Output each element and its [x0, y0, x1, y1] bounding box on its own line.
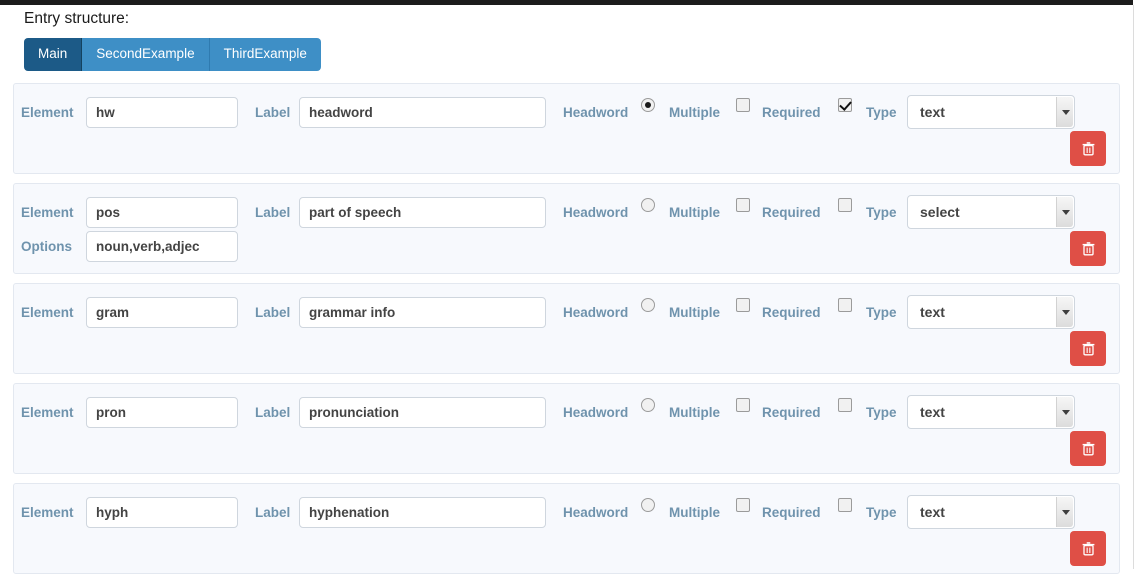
options-label: Options	[21, 239, 72, 254]
chevron-down-icon[interactable]	[1056, 497, 1073, 527]
label-label: Label	[255, 405, 291, 420]
label-input[interactable]: pronunciation	[299, 397, 546, 428]
type-select[interactable]: text	[907, 495, 1075, 529]
label-input[interactable]: grammar info	[299, 297, 546, 328]
headword-label: Headword	[563, 505, 629, 520]
trash-icon	[1082, 341, 1094, 355]
type-select[interactable]: text	[907, 295, 1075, 329]
element-row: Element pron Label pronunciation Headword Mul…	[13, 383, 1120, 474]
chevron-down-icon[interactable]	[1056, 97, 1073, 127]
type-label: Type	[866, 205, 897, 220]
delete-row-button[interactable]	[1070, 531, 1106, 566]
trash-icon	[1082, 441, 1094, 455]
type-select-value: text	[920, 404, 945, 420]
multiple-label: Multiple	[669, 105, 720, 120]
trash-icon	[1082, 241, 1094, 255]
label-label: Label	[255, 205, 291, 220]
label-label: Label	[255, 105, 291, 120]
multiple-checkbox[interactable]	[736, 198, 750, 212]
element-rows-list: Element hw Label headword Headword Multiple Re…	[0, 83, 1133, 574]
element-input[interactable]: hw	[86, 97, 238, 128]
tab-main[interactable]: Main	[24, 38, 83, 71]
required-label: Required	[762, 205, 821, 220]
headword-radio[interactable]	[641, 498, 655, 512]
type-select-value: text	[920, 304, 945, 320]
label-input[interactable]: headword	[299, 97, 546, 128]
chevron-down-icon[interactable]	[1056, 297, 1073, 327]
delete-row-button[interactable]	[1070, 431, 1106, 466]
type-select-value: text	[920, 104, 945, 120]
element-row: Element gram Label grammar info Headword Mult…	[13, 283, 1120, 374]
required-label: Required	[762, 305, 821, 320]
required-label: Required	[762, 505, 821, 520]
delete-row-button[interactable]	[1070, 231, 1106, 266]
element-label: Element	[21, 305, 74, 320]
multiple-label: Multiple	[669, 505, 720, 520]
multiple-label: Multiple	[669, 205, 720, 220]
tab-secondexample[interactable]: SecondExample	[82, 38, 210, 71]
multiple-checkbox[interactable]	[736, 398, 750, 412]
example-tabs: Main SecondExample ThirdExample	[24, 38, 321, 71]
type-label: Type	[866, 405, 897, 420]
element-input[interactable]: gram	[86, 297, 238, 328]
type-label: Type	[866, 105, 897, 120]
type-select[interactable]: text	[907, 95, 1075, 129]
label-input[interactable]: part of speech	[299, 197, 546, 228]
delete-row-button[interactable]	[1070, 331, 1106, 366]
headword-label: Headword	[563, 205, 629, 220]
element-row: Element pos Options noun,verb,adjec Label par…	[13, 183, 1120, 274]
multiple-checkbox[interactable]	[736, 98, 750, 112]
label-label: Label	[255, 305, 291, 320]
headword-radio[interactable]	[641, 398, 655, 412]
type-select-value: select	[920, 204, 960, 220]
chevron-down-icon[interactable]	[1056, 197, 1073, 227]
page-scrollbar[interactable]	[1133, 5, 1146, 569]
element-label: Element	[21, 205, 74, 220]
required-label: Required	[762, 105, 821, 120]
type-select[interactable]: text	[907, 395, 1075, 429]
trash-icon	[1082, 141, 1094, 155]
delete-row-button[interactable]	[1070, 131, 1106, 166]
headword-label: Headword	[563, 305, 629, 320]
trash-icon	[1082, 541, 1094, 555]
tab-thirdexample[interactable]: ThirdExample	[209, 38, 321, 71]
required-checkbox[interactable]	[838, 398, 852, 412]
multiple-checkbox[interactable]	[736, 298, 750, 312]
element-input[interactable]: hyph	[86, 497, 238, 528]
type-select[interactable]: select	[907, 195, 1075, 229]
headword-radio[interactable]	[641, 98, 655, 112]
type-select-value: text	[920, 504, 945, 520]
required-checkbox[interactable]	[838, 98, 852, 112]
multiple-label: Multiple	[669, 405, 720, 420]
headword-radio[interactable]	[641, 298, 655, 312]
element-row: Element hyph Label hyphenation Headword Multi…	[13, 483, 1120, 574]
required-checkbox[interactable]	[838, 298, 852, 312]
headword-label: Headword	[563, 405, 629, 420]
multiple-checkbox[interactable]	[736, 498, 750, 512]
required-label: Required	[762, 405, 821, 420]
headword-label: Headword	[563, 105, 629, 120]
required-checkbox[interactable]	[838, 198, 852, 212]
multiple-label: Multiple	[669, 305, 720, 320]
element-input[interactable]: pron	[86, 397, 238, 428]
entry-structure-page: Entry structure: Main SecondExample ThirdE…	[0, 5, 1133, 574]
required-checkbox[interactable]	[838, 498, 852, 512]
element-label: Element	[21, 105, 74, 120]
page-title: Entry structure:	[24, 10, 130, 27]
label-label: Label	[255, 505, 291, 520]
type-label: Type	[866, 305, 897, 320]
headword-radio[interactable]	[641, 198, 655, 212]
element-row: Element hw Label headword Headword Multiple Re…	[13, 83, 1120, 174]
element-input[interactable]: pos	[86, 197, 238, 228]
element-label: Element	[21, 405, 74, 420]
options-input[interactable]: noun,verb,adjec	[86, 231, 238, 262]
element-label: Element	[21, 505, 74, 520]
type-label: Type	[866, 505, 897, 520]
chevron-down-icon[interactable]	[1056, 397, 1073, 427]
label-input[interactable]: hyphenation	[299, 497, 546, 528]
